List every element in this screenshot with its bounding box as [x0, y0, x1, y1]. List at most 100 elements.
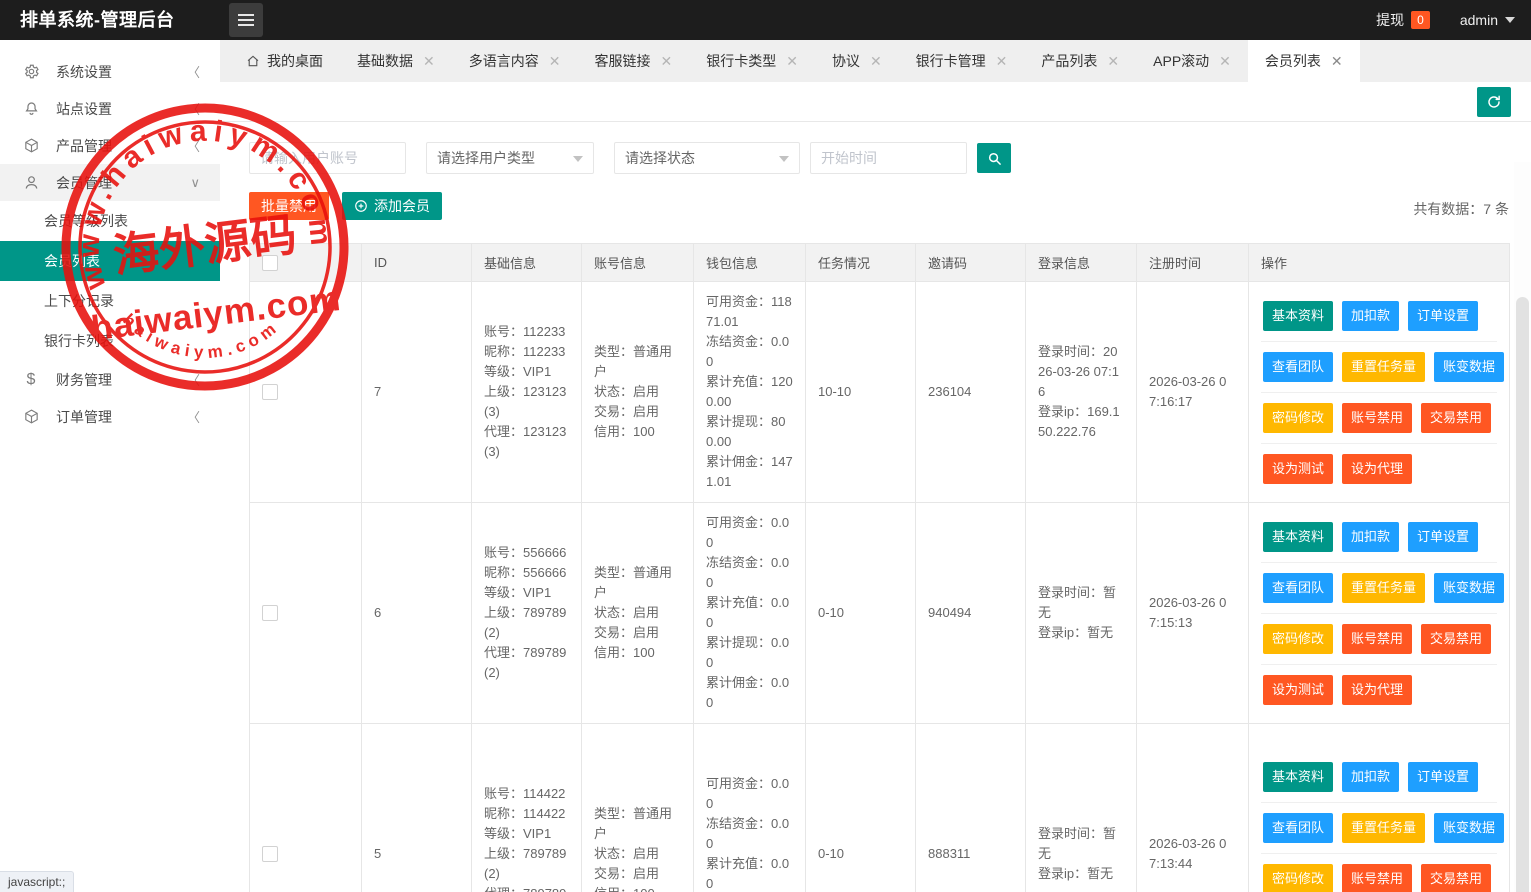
action-button-查看团队[interactable]: 查看团队 — [1263, 352, 1333, 382]
action-button-密码修改[interactable]: 密码修改 — [1263, 624, 1333, 654]
cell-task: 10-10 — [806, 282, 916, 503]
filter-bar: 请选择用户类型 请选择状态 — [249, 142, 1011, 174]
sidebar-item-2[interactable]: 产品管理 〈 — [0, 127, 220, 164]
cell-login-info: 登录时间：暂无登录ip：暂无 — [1026, 503, 1137, 724]
action-button-订单设置[interactable]: 订单设置 — [1408, 522, 1478, 552]
tab-会员列表[interactable]: 会员列表✕ — [1248, 40, 1360, 82]
action-button-重置任务量[interactable]: 重置任务量 — [1342, 813, 1425, 843]
tab-产品列表[interactable]: 产品列表✕ — [1024, 40, 1136, 82]
close-icon[interactable]: ✕ — [870, 54, 882, 68]
select-all-checkbox[interactable] — [262, 255, 278, 271]
field-line: 交易：启用 — [594, 623, 681, 643]
action-button-交易禁用[interactable]: 交易禁用 — [1421, 403, 1491, 433]
action-button-加扣款[interactable]: 加扣款 — [1342, 301, 1399, 331]
action-button-订单设置[interactable]: 订单设置 — [1408, 301, 1478, 331]
cell-login-info: 登录时间：2026-03-26 07:16登录ip：169.150.222.76 — [1026, 282, 1137, 503]
action-button-基本资料[interactable]: 基本资料 — [1263, 762, 1333, 792]
status-select[interactable]: 请选择状态 — [614, 142, 800, 174]
action-button-加扣款[interactable]: 加扣款 — [1342, 762, 1399, 792]
action-button-设为代理[interactable]: 设为代理 — [1342, 675, 1412, 705]
row-checkbox[interactable] — [262, 846, 278, 862]
close-icon[interactable]: ✕ — [660, 54, 672, 68]
action-button-基本资料[interactable]: 基本资料 — [1263, 522, 1333, 552]
sidebar-item-0[interactable]: 系统设置〈 — [0, 53, 220, 90]
sidebar-item-5[interactable]: 订单管理〈 — [0, 398, 220, 435]
tab-协议[interactable]: 协议✕ — [815, 40, 899, 82]
sidebar-subitem-会员等级列表[interactable]: 会员等级列表 — [0, 201, 220, 241]
field-line: 信用：100 — [594, 643, 681, 663]
action-button-查看团队[interactable]: 查看团队 — [1263, 813, 1333, 843]
row-checkbox[interactable] — [262, 384, 278, 400]
tab-客服链接[interactable]: 客服链接✕ — [577, 40, 689, 82]
action-button-重置任务量[interactable]: 重置任务量 — [1342, 352, 1425, 382]
action-button-交易禁用[interactable]: 交易禁用 — [1421, 864, 1491, 892]
scrollbar-thumb[interactable] — [1516, 297, 1529, 892]
sidebar-subitem-上下分记录[interactable]: 上下分记录 — [0, 281, 220, 321]
chevron-left-icon: 〈 — [187, 136, 200, 155]
cell-id: 5 — [362, 724, 472, 892]
action-button-重置任务量[interactable]: 重置任务量 — [1342, 573, 1425, 603]
close-icon[interactable]: ✕ — [549, 54, 561, 68]
user-type-select[interactable]: 请选择用户类型 — [426, 142, 594, 174]
column-header-账号信息: 账号信息 — [582, 244, 694, 282]
user-menu[interactable]: admin — [1460, 12, 1498, 28]
action-button-设为测试[interactable]: 设为测试 — [1263, 675, 1333, 705]
field-line: 登录ip：暂无 — [1038, 623, 1124, 643]
batch-disable-button[interactable]: 批量禁用 — [249, 192, 329, 220]
main-area: 我的桌面基础数据✕多语言内容✕客服链接✕银行卡类型✕协议✕银行卡管理✕产品列表✕… — [220, 40, 1531, 892]
close-icon[interactable]: ✕ — [786, 54, 798, 68]
tab-APP滚动[interactable]: APP滚动✕ — [1136, 40, 1248, 82]
close-icon[interactable]: ✕ — [1107, 54, 1119, 68]
action-button-账变数据[interactable]: 账变数据 — [1434, 352, 1504, 382]
app-title: 排单系统-管理后台 — [20, 0, 175, 40]
field-line: 状态：启用 — [594, 844, 681, 864]
start-time-input[interactable] — [810, 142, 967, 174]
tab-银行卡管理[interactable]: 银行卡管理✕ — [899, 40, 1025, 82]
field-line: 账号：114422 — [484, 784, 569, 804]
account-search-input[interactable] — [249, 142, 406, 174]
sidebar-subitem-银行卡列表[interactable]: 银行卡列表 — [0, 321, 220, 361]
sidebar-item-4[interactable]: $财务管理〈 — [0, 361, 220, 398]
sidebar-item-3[interactable]: 会员管理∨ — [0, 164, 220, 201]
action-button-密码修改[interactable]: 密码修改 — [1263, 864, 1333, 892]
action-button-基本资料[interactable]: 基本资料 — [1263, 301, 1333, 331]
action-button-加扣款[interactable]: 加扣款 — [1342, 522, 1399, 552]
action-button-账变数据[interactable]: 账变数据 — [1434, 813, 1504, 843]
field-line: 账号：112233 — [484, 322, 569, 342]
field-line: 状态：启用 — [594, 382, 681, 402]
action-button-订单设置[interactable]: 订单设置 — [1408, 762, 1478, 792]
close-icon[interactable]: ✕ — [1219, 54, 1231, 68]
refresh-button[interactable] — [1477, 87, 1511, 117]
close-icon[interactable]: ✕ — [423, 54, 435, 68]
add-member-button[interactable]: 添加会员 — [342, 192, 442, 220]
action-button-设为测试[interactable]: 设为测试 — [1263, 454, 1333, 484]
cell-register-time: 2026-03-26 07:15:13 — [1137, 503, 1249, 724]
action-button-账号禁用[interactable]: 账号禁用 — [1342, 403, 1412, 433]
action-button-查看团队[interactable]: 查看团队 — [1263, 573, 1333, 603]
action-button-账号禁用[interactable]: 账号禁用 — [1342, 624, 1412, 654]
table-row: 6账号：556666昵称：556666等级：VIP1上级：789789(2)代理… — [250, 503, 1510, 724]
tab-我的桌面[interactable]: 我的桌面 — [229, 40, 340, 82]
sidebar-item-label: 产品管理 — [56, 136, 112, 156]
search-button[interactable] — [977, 143, 1011, 173]
action-button-密码修改[interactable]: 密码修改 — [1263, 403, 1333, 433]
action-group: 基本资料加扣款订单设置 — [1261, 512, 1497, 563]
action-group: 基本资料加扣款订单设置 — [1261, 291, 1497, 342]
tab-基础数据[interactable]: 基础数据✕ — [340, 40, 452, 82]
action-button-账变数据[interactable]: 账变数据 — [1434, 573, 1504, 603]
field-line: 昵称：114422 — [484, 804, 569, 824]
tab-银行卡类型[interactable]: 银行卡类型✕ — [689, 40, 815, 82]
withdraw-link[interactable]: 提现 — [1376, 10, 1404, 30]
scrollbar-track[interactable] — [1514, 162, 1531, 892]
sidebar-subitem-会员列表[interactable]: 会员列表 — [0, 241, 220, 281]
action-button-交易禁用[interactable]: 交易禁用 — [1421, 624, 1491, 654]
tab-多语言内容[interactable]: 多语言内容✕ — [452, 40, 578, 82]
row-checkbox[interactable] — [262, 605, 278, 621]
close-icon[interactable]: ✕ — [1331, 54, 1343, 68]
sidebar-item-1[interactable]: 站点设置〈 — [0, 90, 220, 127]
action-button-设为代理[interactable]: 设为代理 — [1342, 454, 1412, 484]
sidebar-toggle-button[interactable] — [229, 3, 263, 37]
status-tooltip: javascript:; — [0, 871, 74, 892]
action-button-账号禁用[interactable]: 账号禁用 — [1342, 864, 1412, 892]
close-icon[interactable]: ✕ — [996, 54, 1008, 68]
